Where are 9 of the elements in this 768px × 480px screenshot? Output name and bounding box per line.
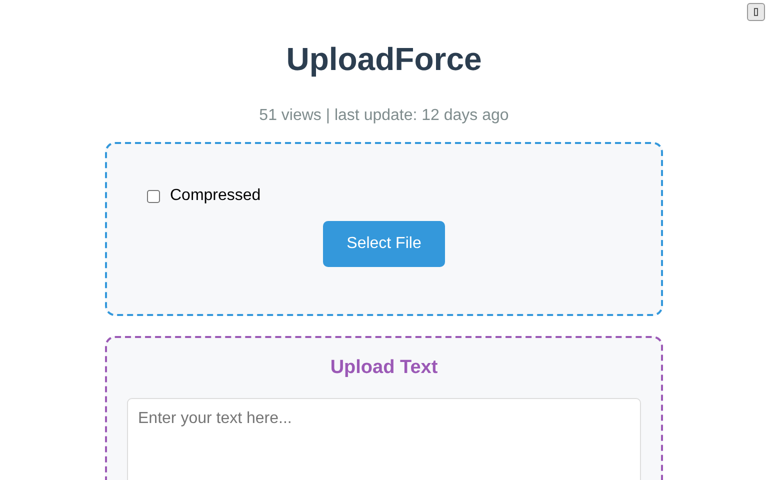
corner-button[interactable] <box>747 3 765 21</box>
select-file-button[interactable]: Select File <box>322 221 446 267</box>
text-input-field[interactable]: Enter your text here... <box>127 398 641 480</box>
compressed-checkbox[interactable] <box>147 190 160 202</box>
upload-text-heading: Upload Text <box>329 356 439 380</box>
app-title: UploadForce <box>285 40 483 78</box>
page-stats: 51 views | last update: 12 days ago <box>258 106 510 126</box>
compressed-label: Compressed <box>170 186 261 206</box>
glyph-icon <box>754 8 758 16</box>
